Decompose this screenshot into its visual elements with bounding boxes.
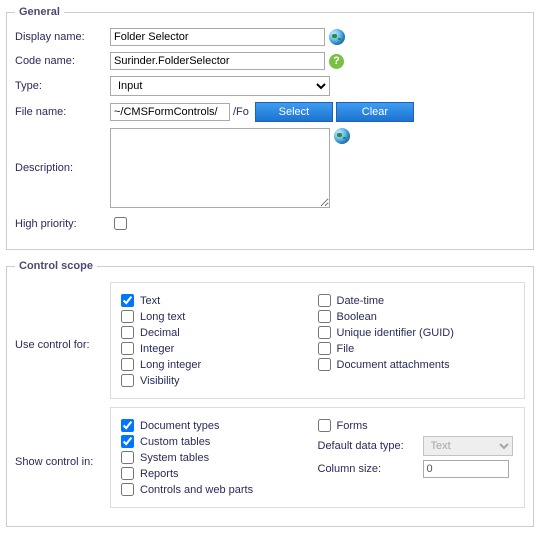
cb-reports[interactable] (121, 467, 134, 480)
cb-file[interactable] (318, 342, 331, 355)
cb-integer[interactable] (121, 342, 134, 355)
cb-system-tables[interactable] (121, 451, 134, 464)
input-column-size (423, 460, 509, 478)
label-default-data-type: Default data type: (318, 440, 423, 452)
globe-icon[interactable] (334, 128, 350, 144)
show-control-in-left: Document types Custom tables System tabl… (121, 416, 318, 499)
use-control-for-section: Use control for: Text Long text Decimal … (15, 282, 525, 407)
label-display-name: Display name: (15, 31, 110, 43)
row-default-data-type: Default data type: Text (318, 436, 515, 456)
cb-text[interactable] (121, 294, 134, 307)
file-name-suffix: /Fo (233, 106, 249, 118)
input-file-name[interactable] (110, 103, 230, 121)
clear-button[interactable]: Clear (336, 102, 414, 122)
cb-date-time[interactable] (318, 294, 331, 307)
label-column-size: Column size: (318, 463, 423, 475)
general-legend: General (15, 6, 64, 18)
label-high-priority: High priority: (15, 218, 110, 230)
input-display-name[interactable] (110, 28, 325, 46)
cb-decimal[interactable] (121, 326, 134, 339)
general-fieldset: General Display name: Code name: ? Type:… (6, 6, 534, 250)
control-scope-legend: Control scope (15, 260, 97, 272)
control-scope-fieldset: Control scope Use control for: Text Long… (6, 260, 534, 527)
input-code-name[interactable] (110, 52, 325, 70)
cb-controls-webparts[interactable] (121, 483, 134, 496)
show-control-in-panel: Document types Custom tables System tabl… (110, 407, 525, 508)
label-type: Type: (15, 80, 110, 92)
select-button[interactable]: Select (255, 102, 333, 122)
cb-boolean[interactable] (318, 310, 331, 323)
select-default-data-type: Text (423, 436, 513, 456)
show-control-in-section: Show control in: Document types Custom t… (15, 407, 525, 516)
row-high-priority: High priority: (15, 214, 525, 233)
label-use-control-for: Use control for: (15, 339, 110, 351)
row-description: Description: (15, 128, 525, 208)
help-icon[interactable]: ? (329, 54, 344, 69)
row-type: Type: Input (15, 76, 525, 96)
use-control-for-panel: Text Long text Decimal Integer Long inte… (110, 282, 525, 399)
input-description[interactable] (110, 128, 330, 208)
label-show-control-in: Show control in: (15, 456, 110, 468)
label-description: Description: (15, 128, 110, 174)
cb-guid[interactable] (318, 326, 331, 339)
globe-icon[interactable] (329, 29, 345, 45)
label-file-name: File name: (15, 106, 110, 118)
checkbox-high-priority[interactable] (114, 217, 127, 230)
row-display-name: Display name: (15, 28, 525, 46)
cb-visibility[interactable] (121, 374, 134, 387)
show-control-in-right: Forms Default data type: Text Column siz… (318, 416, 515, 499)
cb-forms[interactable] (318, 419, 331, 432)
cb-long-integer[interactable] (121, 358, 134, 371)
cb-document-types[interactable] (121, 419, 134, 432)
row-code-name: Code name: ? (15, 52, 525, 70)
cb-doc-attachments[interactable] (318, 358, 331, 371)
select-type[interactable]: Input (110, 76, 330, 96)
cb-custom-tables[interactable] (121, 435, 134, 448)
row-column-size: Column size: (318, 460, 515, 478)
use-control-for-left: Text Long text Decimal Integer Long inte… (121, 291, 318, 390)
cb-long-text[interactable] (121, 310, 134, 323)
use-control-for-right: Date-time Boolean Unique identifier (GUI… (318, 291, 515, 390)
label-code-name: Code name: (15, 55, 110, 67)
row-file-name: File name: /Fo Select Clear (15, 102, 525, 122)
